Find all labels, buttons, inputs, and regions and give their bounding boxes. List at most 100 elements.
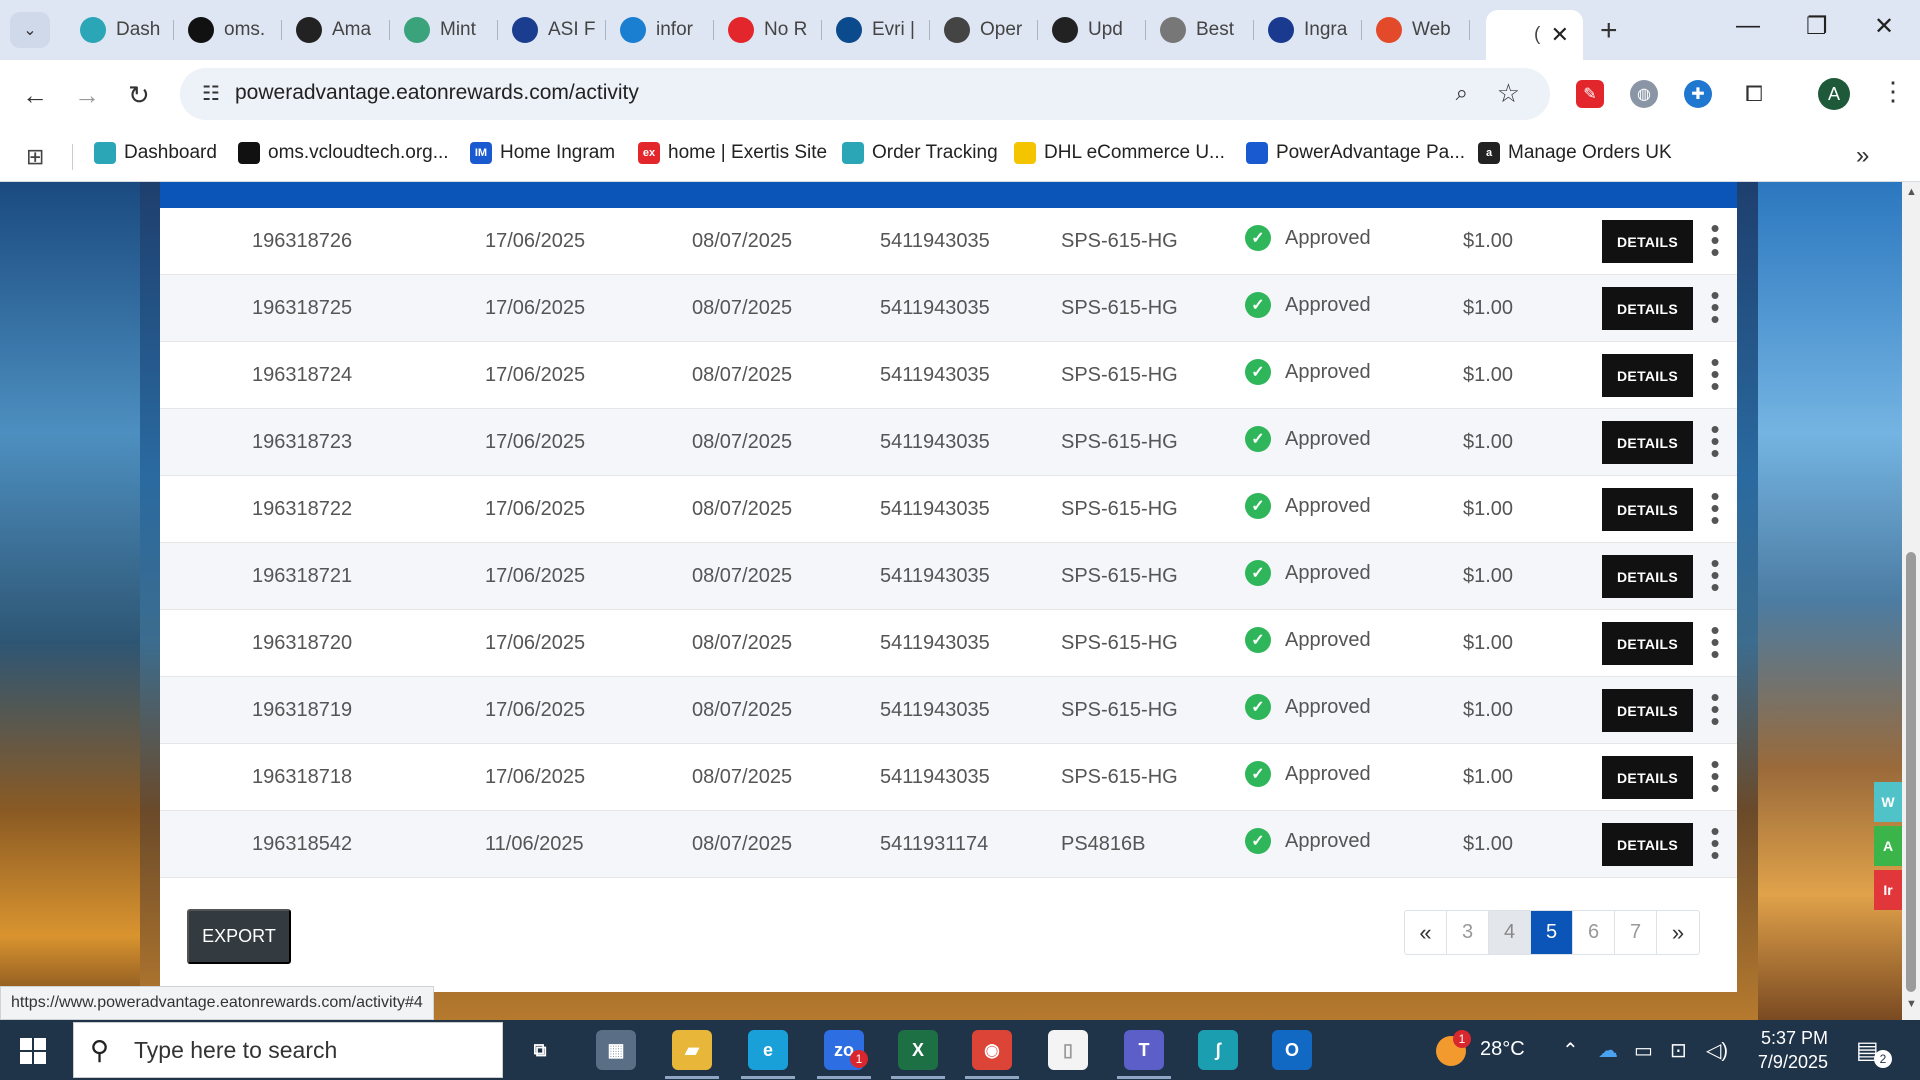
close-window-icon[interactable]: ✕ <box>1874 12 1894 41</box>
bookmark-item[interactable]: Dashboard <box>94 142 217 164</box>
details-button[interactable]: DETAILS <box>1602 823 1693 866</box>
browser-tab[interactable]: Evri | <box>824 10 930 50</box>
page-button[interactable]: 5 <box>1531 911 1573 954</box>
row-menu-icon[interactable]: • • • <box>1709 416 1721 466</box>
details-button[interactable]: DETAILS <box>1602 354 1693 397</box>
battery-icon[interactable]: ▭ <box>1634 1038 1653 1063</box>
scrollbar-thumb[interactable] <box>1906 552 1916 992</box>
teams-icon[interactable]: T <box>1124 1030 1164 1070</box>
volume-icon[interactable]: ◁) <box>1706 1038 1728 1063</box>
tab-search-button[interactable]: ⌄ <box>10 12 50 48</box>
excel-icon[interactable]: X <box>898 1030 938 1070</box>
details-button[interactable]: DETAILS <box>1602 287 1693 330</box>
details-button[interactable]: DETAILS <box>1602 220 1693 263</box>
browser-menu-icon[interactable]: ⋮ <box>1880 76 1906 107</box>
side-widget-tab[interactable]: A <box>1874 826 1902 866</box>
browser-tab[interactable]: No R <box>716 10 822 50</box>
side-widget-tab[interactable]: Ir <box>1874 870 1902 910</box>
bookmark-item[interactable]: ex home | Exertis Site <box>638 142 827 164</box>
details-button[interactable]: DETAILS <box>1602 421 1693 464</box>
onedrive-icon[interactable]: ☁ <box>1598 1038 1618 1063</box>
sway-icon[interactable]: ʃ <box>1198 1030 1238 1070</box>
bookmark-item[interactable]: IM Home Ingram <box>470 142 615 164</box>
globe-extension-icon[interactable]: ◍ <box>1630 80 1658 108</box>
row-menu-icon[interactable]: • • • <box>1709 684 1721 734</box>
reload-icon[interactable]: ↻ <box>128 80 150 111</box>
browser-tab[interactable]: Upd <box>1040 10 1146 50</box>
page-button[interactable]: 6 <box>1573 911 1615 954</box>
page-button[interactable]: 3 <box>1447 911 1489 954</box>
network-icon[interactable]: ⊡ <box>1670 1038 1687 1063</box>
vpn-extension-icon[interactable]: ✚ <box>1684 80 1712 108</box>
profile-avatar[interactable]: A <box>1818 78 1850 110</box>
edge-icon[interactable]: e <box>748 1030 788 1070</box>
details-button[interactable]: DETAILS <box>1602 756 1693 799</box>
row-menu-icon[interactable]: • • • <box>1709 751 1721 801</box>
scroll-up-icon[interactable]: ▲ <box>1906 186 1917 198</box>
forward-icon[interactable]: → <box>74 80 100 111</box>
bookmark-item[interactable]: Order Tracking <box>842 142 998 164</box>
row-menu-icon[interactable]: • • • <box>1709 282 1721 332</box>
temperature[interactable]: 28°C <box>1480 1038 1525 1061</box>
back-icon[interactable]: ← <box>22 80 48 111</box>
details-button[interactable]: DETAILS <box>1602 555 1693 598</box>
more-bookmarks-icon[interactable]: » <box>1856 142 1869 170</box>
taskbar-clock[interactable]: 5:37 PM 7/9/2025 <box>1748 1026 1828 1074</box>
last-page-button[interactable]: » <box>1657 911 1699 954</box>
row-menu-icon[interactable]: • • • <box>1709 483 1721 533</box>
minimize-icon[interactable]: — <box>1736 12 1760 40</box>
bookmark-item[interactable]: a Manage Orders UK <box>1478 142 1672 164</box>
site-info-icon[interactable]: ☷ <box>202 81 220 106</box>
browser-tab[interactable]: Oper <box>932 10 1038 50</box>
url-text[interactable]: poweradvantage.eatonrewards.com/activity <box>235 81 639 105</box>
first-page-button[interactable]: « <box>1405 911 1447 954</box>
row-menu-icon[interactable]: • • • <box>1709 215 1721 265</box>
new-tab-button[interactable]: + <box>1600 14 1618 48</box>
apps-grid-icon[interactable]: ⊞ <box>26 144 44 170</box>
notepad-icon[interactable]: ▯ <box>1048 1030 1088 1070</box>
browser-tab[interactable]: ASI F <box>500 10 606 50</box>
page-button[interactable]: 4 <box>1489 911 1531 954</box>
file-explorer-icon[interactable]: ▰ <box>672 1030 712 1070</box>
details-button[interactable]: DETAILS <box>1602 488 1693 531</box>
bookmark-item[interactable]: oms.vcloudtech.org... <box>238 142 449 164</box>
taskbar-search[interactable]: ⚲ <box>73 1022 503 1078</box>
export-button[interactable]: EXPORT <box>187 909 291 964</box>
bookmark-item[interactable]: PowerAdvantage Pa... <box>1246 142 1465 164</box>
details-button[interactable]: DETAILS <box>1602 689 1693 732</box>
browser-tab[interactable]: Ingra <box>1256 10 1362 50</box>
chrome-icon[interactable]: ◉ <box>972 1030 1012 1070</box>
zoom-icon[interactable]: ⌕ <box>1456 80 1468 106</box>
taskbar-search-input[interactable] <box>134 1035 474 1065</box>
web-favicon <box>1376 17 1402 43</box>
page-scrollbar[interactable]: ▲ ▼ <box>1902 182 1920 1020</box>
browser-tab[interactable]: Ama <box>284 10 390 50</box>
calculator-icon[interactable]: ▦ <box>596 1030 636 1070</box>
restore-icon[interactable]: ❐ <box>1806 12 1828 41</box>
row-menu-icon[interactable]: • • • <box>1709 617 1721 667</box>
bookmark-star-icon[interactable]: ☆ <box>1497 78 1520 109</box>
browser-tab[interactable]: infor <box>608 10 714 50</box>
close-icon[interactable]: ✕ <box>1551 22 1569 48</box>
row-menu-icon[interactable]: • • • <box>1709 550 1721 600</box>
browser-tab[interactable]: Mint <box>392 10 498 50</box>
scroll-down-icon[interactable]: ▼ <box>1906 998 1917 1010</box>
side-widget-tab[interactable]: W <box>1874 782 1902 822</box>
show-hidden-icons-icon[interactable]: ⌃ <box>1562 1038 1579 1063</box>
browser-tab[interactable]: oms. <box>176 10 282 50</box>
active-tab[interactable]: ETN ( ✕ <box>1486 10 1583 60</box>
windows-start-icon[interactable] <box>20 1038 46 1064</box>
outlook-icon[interactable]: O <box>1272 1030 1312 1070</box>
address-bar[interactable]: ☷ poweradvantage.eatonrewards.com/activi… <box>180 68 1550 120</box>
browser-tab[interactable]: Dash <box>68 10 174 50</box>
task-view-icon[interactable]: ⧉ <box>520 1030 560 1070</box>
page-button[interactable]: 7 <box>1615 911 1657 954</box>
browser-tab[interactable]: Web <box>1364 10 1470 50</box>
pdf-extension-icon[interactable]: ✎ <box>1576 80 1604 108</box>
browser-tab[interactable]: Best <box>1148 10 1254 50</box>
row-menu-icon[interactable]: • • • <box>1709 818 1721 868</box>
row-menu-icon[interactable]: • • • <box>1709 349 1721 399</box>
extensions-puzzle-icon[interactable]: ⧠ <box>1740 80 1768 108</box>
bookmark-item[interactable]: DHL eCommerce U... <box>1014 142 1225 164</box>
details-button[interactable]: DETAILS <box>1602 622 1693 665</box>
